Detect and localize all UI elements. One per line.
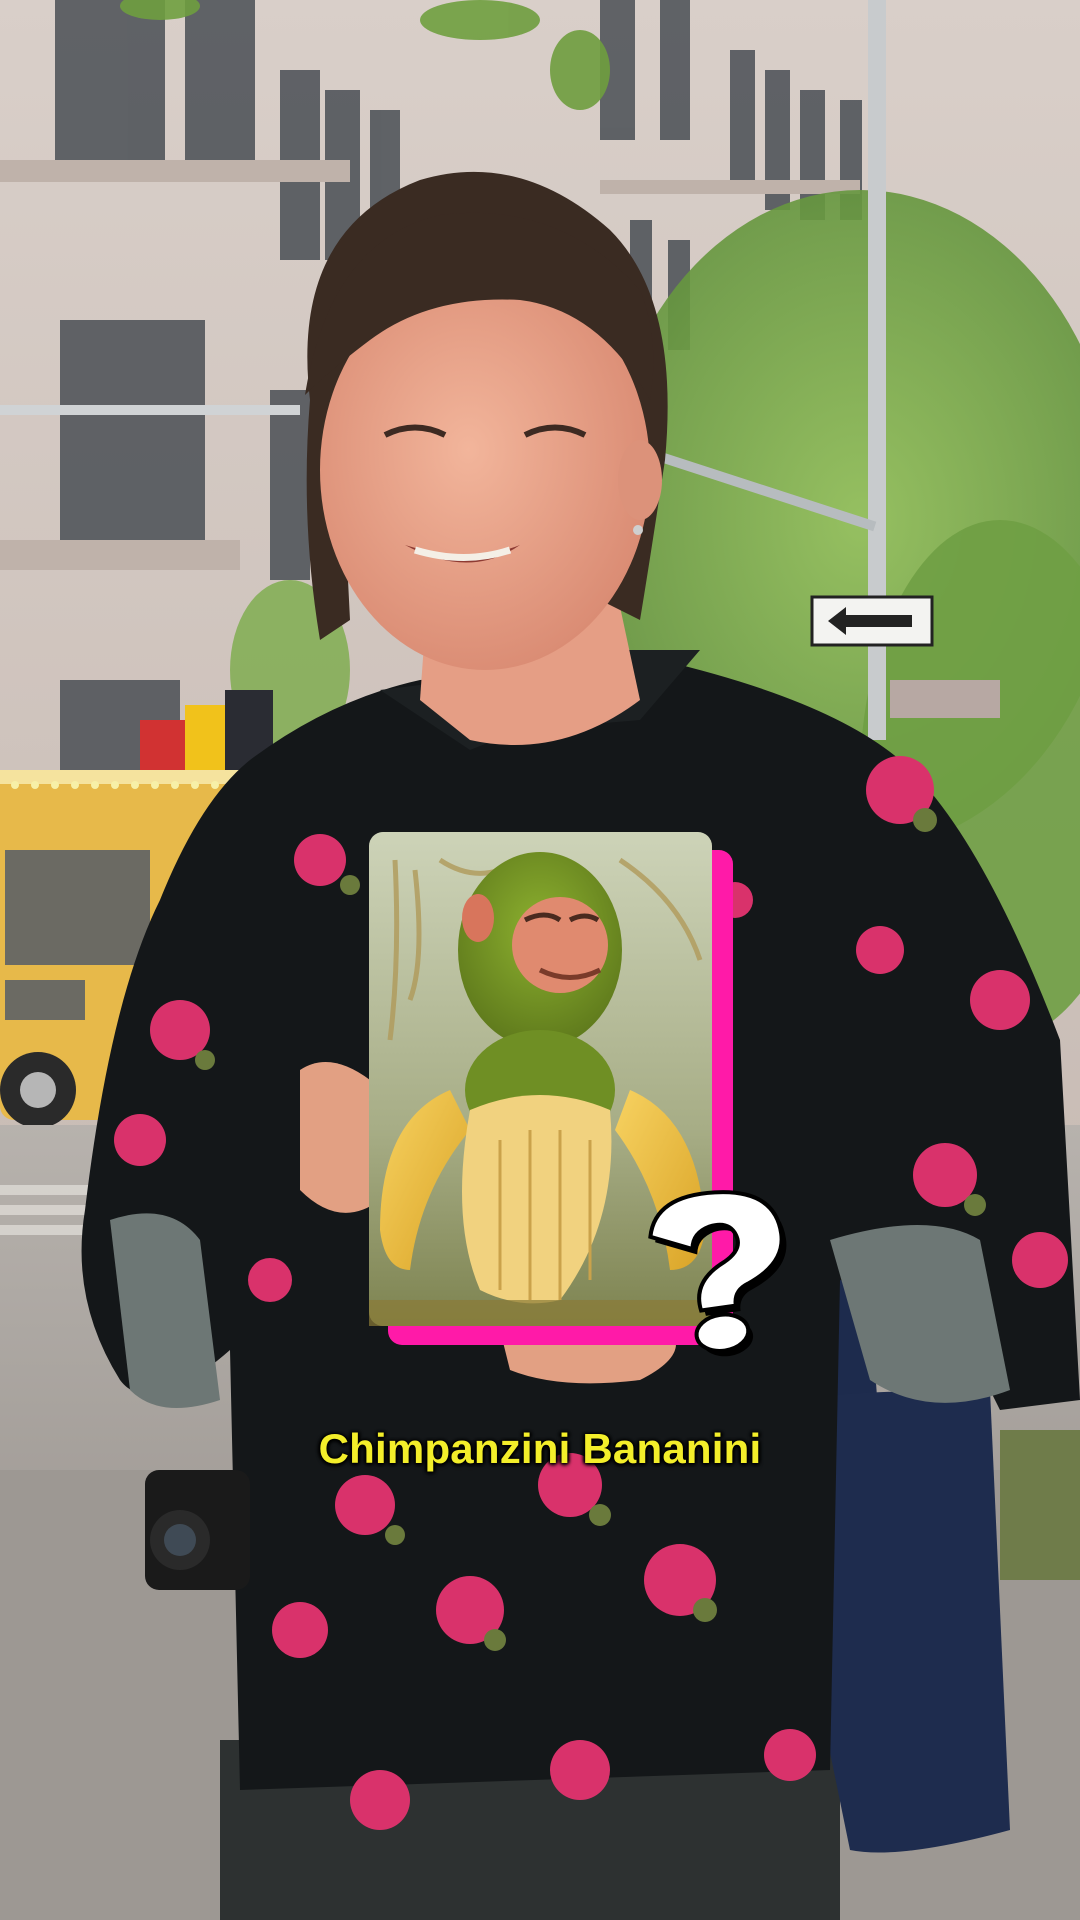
video-frame: Chimpanzini Bananini [0,0,1080,1920]
character-card [369,832,787,1357]
character-name-caption: Chimpanzini Bananini [318,1425,762,1472]
